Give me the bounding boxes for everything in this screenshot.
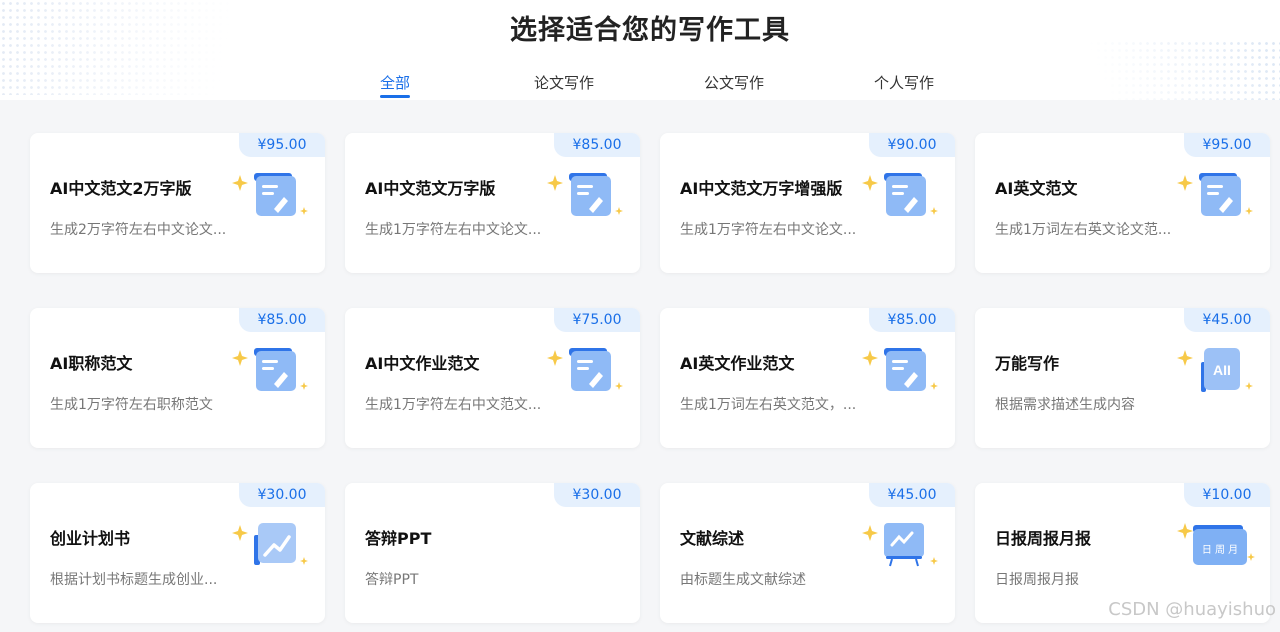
card-title: AI中文范文万字增强版	[680, 179, 843, 198]
document-pen-icon	[862, 348, 938, 391]
svg-text:日 周 月: 日 周 月	[1202, 544, 1238, 556]
card-description: 生成2万字符左右中文论文...	[50, 222, 227, 238]
price-badge: ¥90.00	[869, 133, 955, 157]
svg-text:AII: AII	[1213, 362, 1231, 378]
watermark: CSDN @huayishuo	[1108, 599, 1276, 620]
tab-all[interactable]: 全部	[379, 72, 411, 98]
tool-card[interactable]: ¥30.00 答辩PPT 答辩PPT	[345, 483, 640, 623]
card-description: 答辩PPT	[365, 572, 419, 588]
document-pen-icon	[547, 348, 623, 391]
card-description: 由标题生成文献综述	[680, 572, 806, 588]
card-title: AI英文范文	[995, 179, 1078, 198]
card-title: AI中文作业范文	[365, 354, 480, 373]
tool-card[interactable]: ¥45.00 万能写作根据需求描述生成内容 AII	[975, 308, 1270, 448]
tab-thesis-writing[interactable]: 论文写作	[534, 72, 594, 93]
tool-card[interactable]: ¥85.00 AI英文作业范文生成1万词左右英文范文，...	[660, 308, 955, 448]
card-title: AI中文范文万字版	[365, 179, 496, 198]
tool-card[interactable]: ¥30.00 创业计划书根据计划书标题生成创业...	[30, 483, 325, 623]
price-badge: ¥10.00	[1184, 483, 1270, 507]
document-pen-icon	[232, 173, 308, 216]
card-title: AI中文范文2万字版	[50, 179, 192, 198]
card-description: 日报周报月报	[995, 572, 1079, 588]
page-title: 选择适合您的写作工具	[510, 15, 790, 46]
category-tabs: 全部 论文写作 公文写作 个人写作	[0, 72, 1280, 100]
card-title: AI职称范文	[50, 354, 133, 373]
tool-card[interactable]: ¥95.00 AI中文范文2万字版生成2万字符左右中文论文...	[30, 133, 325, 273]
card-description: 根据计划书标题生成创业...	[50, 572, 218, 588]
price-badge: ¥95.00	[1184, 133, 1270, 157]
card-description: 根据需求描述生成内容	[995, 397, 1135, 413]
card-title: 日报周报月报	[995, 529, 1092, 548]
price-badge: ¥75.00	[554, 308, 640, 332]
tab-official-writing[interactable]: 公文写作	[704, 72, 764, 93]
tool-card[interactable]: ¥90.00 AI中文范文万字增强版 生成1万字符左右中文论文...	[660, 133, 955, 273]
tool-card[interactable]: ¥85.00 AI职称范文生成1万字符左右职称范文	[30, 308, 325, 448]
document-pen-icon	[547, 173, 623, 216]
card-title: 创业计划书	[50, 529, 131, 548]
price-badge: ¥45.00	[1184, 308, 1270, 332]
price-badge: ¥45.00	[869, 483, 955, 507]
card-description: 生成1万字符左右中文论文...	[365, 222, 542, 238]
tool-card[interactable]: ¥95.00 AI英文范文生成1万词左右英文论文范...	[975, 133, 1270, 273]
tool-card[interactable]: ¥45.00 文献综述由标题生成文献综述	[660, 483, 955, 623]
chart-up-icon	[232, 523, 308, 565]
ai-book-icon: AII	[1177, 348, 1253, 392]
card-description: 生成1万字符左右中文论文...	[680, 222, 857, 238]
price-badge: ¥95.00	[239, 133, 325, 157]
presentation-board-icon	[862, 523, 938, 567]
price-badge: ¥30.00	[554, 483, 640, 507]
document-pen-icon	[862, 173, 938, 216]
document-pen-icon	[1177, 173, 1253, 216]
card-title: 文献综述	[680, 529, 745, 548]
tool-card[interactable]: ¥75.00 AI中文作业范文生成1万字符左右中文范文...	[345, 308, 640, 448]
card-description: 生成1万字符左右中文范文...	[365, 397, 542, 413]
document-pen-icon	[232, 348, 308, 391]
card-description: 生成1万词左右英文范文，...	[680, 397, 857, 413]
price-badge: ¥30.00	[239, 483, 325, 507]
card-title: 万能写作	[995, 354, 1060, 373]
tab-personal-writing[interactable]: 个人写作	[874, 72, 934, 93]
card-title: AI英文作业范文	[680, 354, 795, 373]
price-badge: ¥85.00	[239, 308, 325, 332]
card-description: 生成1万字符左右职称范文	[50, 397, 213, 413]
tool-card[interactable]: ¥85.00 AI中文范文万字版生成1万字符左右中文论文...	[345, 133, 640, 273]
calendar-icon: 日 周 月	[1177, 523, 1255, 565]
card-title: 答辩PPT	[365, 529, 432, 548]
card-description: 生成1万词左右英文论文范...	[995, 222, 1172, 238]
price-badge: ¥85.00	[554, 133, 640, 157]
price-badge: ¥85.00	[869, 308, 955, 332]
